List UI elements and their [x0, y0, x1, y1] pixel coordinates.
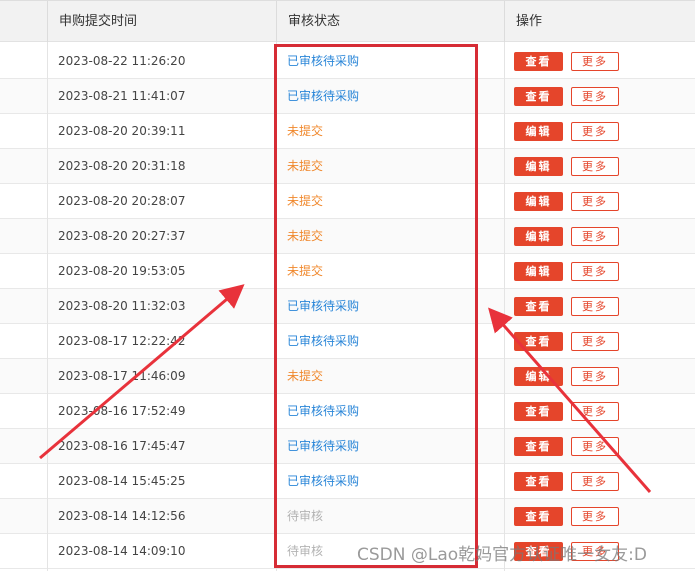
status-cell: 已审核待采购 — [287, 404, 360, 418]
status-cell: 已审核待采购 — [287, 89, 360, 103]
submit-time-cell: 2023-08-20 20:27:37 — [58, 229, 186, 243]
submit-time-cell: 2023-08-22 11:26:20 — [58, 54, 186, 68]
submit-time-cell: 2023-08-17 11:46:09 — [58, 369, 186, 383]
edit-button[interactable]: 编辑 — [514, 157, 563, 176]
more-button[interactable]: 更多 — [571, 367, 619, 386]
view-button[interactable]: 查看 — [514, 437, 563, 456]
table-row: 2023-08-20 20:39:11 未提交 编辑 更多 — [0, 114, 695, 149]
submit-time-cell: 2023-08-20 11:32:03 — [58, 299, 186, 313]
column-divider — [47, 42, 48, 571]
edit-button[interactable]: 编辑 — [514, 262, 563, 281]
status-cell: 未提交 — [287, 159, 324, 173]
view-button[interactable]: 查看 — [514, 297, 563, 316]
view-button[interactable]: 查看 — [514, 472, 563, 491]
more-button[interactable]: 更多 — [571, 87, 619, 106]
more-button[interactable]: 更多 — [571, 402, 619, 421]
header-submit-time: 申购提交时间 — [47, 1, 276, 43]
table-header: 申购提交时间 审核状态 操作 — [0, 0, 695, 43]
more-button[interactable]: 更多 — [571, 122, 619, 141]
view-button[interactable]: 查看 — [514, 332, 563, 351]
edit-button[interactable]: 编辑 — [514, 192, 563, 211]
submit-time-cell: 2023-08-20 20:31:18 — [58, 159, 186, 173]
status-cell: 未提交 — [287, 194, 324, 208]
submit-time-cell: 2023-08-17 12:22:42 — [58, 334, 186, 348]
table-row: 2023-08-21 11:41:07 已审核待采购 查看 更多 — [0, 79, 695, 114]
header-actions: 操作 — [504, 1, 695, 43]
edit-button[interactable]: 编辑 — [514, 122, 563, 141]
more-button[interactable]: 更多 — [571, 227, 619, 246]
table-row: 2023-08-14 15:45:25 已审核待采购 查看 更多 — [0, 464, 695, 499]
more-button[interactable]: 更多 — [571, 192, 619, 211]
header-review-status: 审核状态 — [276, 1, 504, 43]
table-row: 2023-08-20 20:31:18 未提交 编辑 更多 — [0, 149, 695, 184]
more-button[interactable]: 更多 — [571, 157, 619, 176]
watermark: CSDN @Lao乾妈官方认证唯一女友:D — [357, 545, 647, 565]
status-cell: 已审核待采购 — [287, 334, 360, 348]
view-button[interactable]: 查看 — [514, 52, 563, 71]
status-cell: 已审核待采购 — [287, 54, 360, 68]
table-row: 2023-08-20 20:28:07 未提交 编辑 更多 — [0, 184, 695, 219]
status-cell: 未提交 — [287, 264, 324, 278]
status-cell: 已审核待采购 — [287, 439, 360, 453]
status-cell: 未提交 — [287, 229, 324, 243]
more-button[interactable]: 更多 — [571, 52, 619, 71]
submit-time-cell: 2023-08-20 20:28:07 — [58, 194, 186, 208]
more-button[interactable]: 更多 — [571, 297, 619, 316]
table-row: 2023-08-20 20:27:37 未提交 编辑 更多 — [0, 219, 695, 254]
submit-time-cell: 2023-08-14 15:45:25 — [58, 474, 186, 488]
status-cell: 待审核 — [287, 544, 324, 558]
table-row: 2023-08-20 19:53:05 未提交 编辑 更多 — [0, 254, 695, 289]
table-row: 2023-08-20 11:32:03 已审核待采购 查看 更多 — [0, 289, 695, 324]
status-cell: 未提交 — [287, 369, 324, 383]
column-divider — [276, 42, 277, 571]
submit-time-cell: 2023-08-14 14:12:56 — [58, 509, 186, 523]
submit-time-cell: 2023-08-20 20:39:11 — [58, 124, 186, 138]
edit-button[interactable]: 编辑 — [514, 227, 563, 246]
table-row: 2023-08-14 14:12:56 待审核 查看 更多 — [0, 499, 695, 534]
table-row: 2023-08-16 17:45:47 已审核待采购 查看 更多 — [0, 429, 695, 464]
status-cell: 已审核待采购 — [287, 299, 360, 313]
view-button[interactable]: 查看 — [514, 87, 563, 106]
more-button[interactable]: 更多 — [571, 332, 619, 351]
column-divider — [504, 42, 505, 571]
more-button[interactable]: 更多 — [571, 262, 619, 281]
table-row: 2023-08-16 17:52:49 已审核待采购 查看 更多 — [0, 394, 695, 429]
view-button[interactable]: 查看 — [514, 402, 563, 421]
more-button[interactable]: 更多 — [571, 437, 619, 456]
more-button[interactable]: 更多 — [571, 507, 619, 526]
submit-time-cell: 2023-08-21 11:41:07 — [58, 89, 186, 103]
status-cell: 未提交 — [287, 124, 324, 138]
submit-time-cell: 2023-08-20 19:53:05 — [58, 264, 186, 278]
more-button[interactable]: 更多 — [571, 472, 619, 491]
table-row: 2023-08-17 12:22:42 已审核待采购 查看 更多 — [0, 324, 695, 359]
edit-button[interactable]: 编辑 — [514, 367, 563, 386]
view-button[interactable]: 查看 — [514, 507, 563, 526]
submit-time-cell: 2023-08-16 17:45:47 — [58, 439, 186, 453]
status-cell: 已审核待采购 — [287, 474, 360, 488]
submit-time-cell: 2023-08-16 17:52:49 — [58, 404, 186, 418]
status-cell: 待审核 — [287, 509, 324, 523]
submit-time-cell: 2023-08-14 14:09:10 — [58, 544, 186, 558]
table-row: 2023-08-22 11:26:20 已审核待采购 查看 更多 — [0, 44, 695, 79]
table-row: 2023-08-17 11:46:09 未提交 编辑 更多 — [0, 359, 695, 394]
